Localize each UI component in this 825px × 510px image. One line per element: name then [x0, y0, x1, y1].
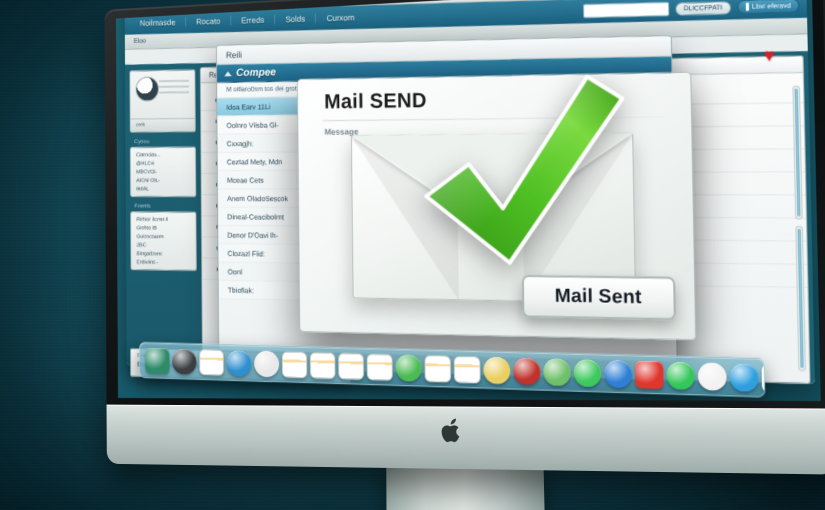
notes-icon[interactable] [199, 348, 224, 376]
avatar [135, 76, 159, 102]
subbar-status: Eloo [133, 38, 147, 45]
monitor-screen: httos://incomectoor/ post-ecquipecticerx… [115, 0, 821, 402]
sidebar: ceeli Cyouu Ciarncias... @HLCvi MBCVGl- … [125, 63, 203, 368]
music-icon[interactable] [635, 360, 664, 389]
photos-icon[interactable] [483, 356, 511, 385]
maps-pin-icon[interactable] [254, 349, 280, 378]
close-icon[interactable] [130, 0, 139, 7]
document-icon[interactable] [338, 352, 365, 380]
sidebar-item[interactable]: @HLCvi [131, 159, 195, 168]
heart-icon[interactable]: ♥ [764, 45, 775, 65]
mail-send-dialog[interactable]: Mail SEND Message Mail Sent [296, 71, 697, 341]
sidebar-group-0: Ciarncias... @HLCvi MBCVGl- AICNi OIL- 9… [129, 146, 197, 198]
safari-icon[interactable] [226, 349, 252, 377]
reload-icon[interactable] [157, 0, 167, 7]
sidebar-item[interactable]: AICNi OIL- [131, 176, 195, 185]
document-icon[interactable] [453, 355, 481, 384]
triangle-up-icon [224, 70, 232, 76]
document-icon[interactable] [281, 350, 308, 378]
profile-placeholder-lines [158, 79, 190, 98]
nav-item-4[interactable]: Curxom [315, 12, 366, 24]
nav-item-3[interactable]: Solds [274, 13, 316, 25]
button-bar-icon [745, 2, 749, 11]
forward-icon[interactable] [185, 0, 195, 6]
scrollbar-thumb[interactable] [797, 229, 804, 369]
document-icon[interactable] [366, 352, 393, 381]
compose-label: Compee [236, 66, 277, 79]
profile-footer-label: ceeli [130, 117, 195, 132]
monitor-bezel: httos://incomectoor/ post-ecquipecticerx… [104, 0, 825, 411]
imac-chin [106, 404, 825, 475]
profile-card[interactable]: ceeli [129, 69, 196, 133]
facetime-icon[interactable] [666, 360, 696, 390]
bookmark-icon[interactable] [200, 0, 210, 5]
secondary-button[interactable]: DLICCFPATI [675, 0, 731, 16]
launchpad-icon[interactable] [513, 356, 541, 385]
primary-button-label: Lbxr eferavd [751, 1, 791, 11]
minimize-icon[interactable] [144, 0, 153, 7]
green-checkmark-icon [411, 72, 644, 285]
sidebar-item[interactable]: Ciarncias... [131, 150, 195, 159]
sidebar-item[interactable]: MBCVGl- [131, 167, 195, 176]
sidebar-item[interactable]: 9tdAL [131, 185, 195, 194]
mail-sent-button-label: Mail Sent [554, 285, 642, 309]
back-icon[interactable] [171, 0, 181, 6]
document-icon[interactable] [309, 351, 336, 379]
sidebar-group-1: Rirbior ilcrret il Giohto IB Guizocsaom … [130, 211, 197, 272]
primary-button[interactable]: Lbxr eferavd [737, 0, 800, 15]
grid-icon[interactable] [697, 361, 727, 391]
compass-icon[interactable] [604, 359, 633, 388]
search-input[interactable] [582, 1, 670, 19]
scrollbar-thumb[interactable] [794, 88, 801, 217]
settings-icon[interactable] [172, 347, 197, 375]
nav-item-1[interactable]: Rocato [185, 15, 231, 27]
blank-icon[interactable] [761, 363, 766, 393]
trash-icon[interactable] [395, 353, 422, 382]
document-icon[interactable] [424, 354, 452, 383]
contacts-icon[interactable] [729, 362, 759, 392]
imac-device: httos://incomectoor/ post-ecquipecticerx… [85, 0, 825, 510]
messages-icon[interactable] [573, 358, 602, 387]
sidebar-item[interactable]: Erdivlins - [131, 258, 195, 267]
navbar-right-group: DLICCFPATI Lbxr eferavd [582, 0, 807, 19]
sidebar-group-title-1: Frienls [134, 203, 151, 210]
sidebar-item[interactable]: Giohto IB [131, 224, 195, 233]
nav-item-2[interactable]: Erreds [230, 14, 275, 26]
gallery-icon[interactable] [543, 357, 571, 386]
nav-item-0[interactable]: Noilmasde [130, 17, 185, 28]
sidebar-item[interactable]: Rirbior ilcrret il [131, 215, 195, 224]
mail-sent-button[interactable]: Mail Sent [521, 274, 676, 321]
apple-logo [441, 418, 460, 443]
finder-icon[interactable] [145, 347, 170, 374]
